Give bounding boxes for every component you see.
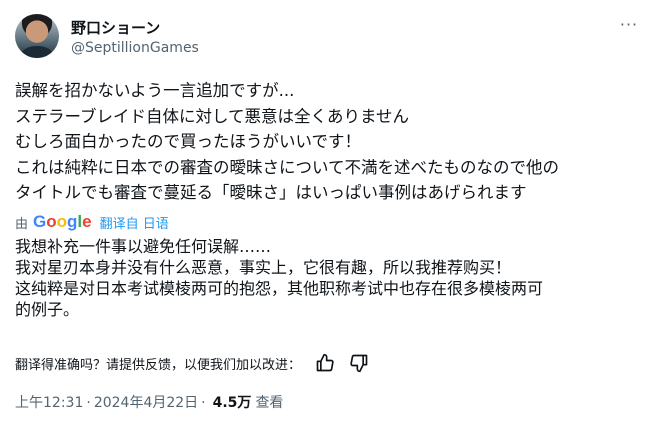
translated-from-link[interactable]: 翻译自 日语 bbox=[100, 213, 169, 232]
thumbs-down-icon[interactable] bbox=[349, 353, 369, 373]
translated-text: 我想补充一件事以避免任何误解…… 我对星刃本身并没有什么恶意，事实上，它很有趣，… bbox=[15, 236, 645, 320]
translated-by-label: 由 bbox=[15, 216, 29, 232]
avatar[interactable] bbox=[15, 14, 59, 58]
meta-separator: · bbox=[86, 395, 91, 411]
tweet-line: 誤解を招かないよう一言追加ですが... bbox=[15, 81, 295, 100]
tweet-date[interactable]: 2024年4月22日 bbox=[94, 392, 198, 412]
translation-line: 的例子。 bbox=[15, 300, 80, 319]
tweet-line: タイトルでも審査で蔓延る「曖昧さ」はいっぱい事例はあげられます bbox=[15, 183, 527, 202]
translation-line: 我对星刃本身并没有什么恶意，事实上，它很有趣，所以我推荐购买！ bbox=[15, 258, 512, 277]
tweet-line: ステラーブレイド自体に対して悪意は全くありません bbox=[15, 106, 410, 126]
meta-separator: · bbox=[201, 395, 206, 411]
view-count: 4.5万 bbox=[212, 395, 252, 411]
tweet-line: これは純粋に日本での審査の曖昧さについて不満を述べたものなので他の bbox=[15, 157, 560, 177]
feedback-question: 翻译得准确吗？请提供反馈，以便我们加以改进： bbox=[15, 357, 302, 373]
tweet-time[interactable]: 上午12:31 bbox=[15, 392, 83, 412]
user-handle[interactable]: @SeptillionGames bbox=[71, 40, 199, 56]
tweet-line: むしろ面白かったので買ったほうがいいです！ bbox=[15, 132, 362, 151]
tweet-text: 誤解を招かないよう一言追加ですが... ステラーブレイド自体に対して悪意は全くあ… bbox=[15, 78, 645, 206]
google-logo: Google bbox=[33, 212, 92, 231]
thumbs-up-icon[interactable] bbox=[315, 353, 335, 373]
translation-line: 我想补充一件事以避免任何误解…… bbox=[15, 237, 272, 256]
translation-feedback: 翻译得准确吗？请提供反馈，以便我们加以改进： bbox=[15, 352, 369, 374]
translation-line: 这纯粹是对日本考试模棱两可的抱怨，其他职称考试中也存在很多模棱两可 bbox=[15, 279, 544, 298]
translated-by: 由 Google 翻译自 日语 bbox=[15, 212, 169, 232]
views-label: 查看 bbox=[255, 395, 284, 411]
tweet-meta: 上午12:31 · 2024年4月22日 · 4.5万 查看 bbox=[15, 392, 283, 412]
tweet-card: 野口ショーン @SeptillionGames ··· 誤解を招かないよう一言追… bbox=[0, 0, 657, 421]
more-horizontal-icon[interactable]: ··· bbox=[618, 17, 640, 33]
display-name[interactable]: 野口ショーン bbox=[71, 17, 160, 38]
